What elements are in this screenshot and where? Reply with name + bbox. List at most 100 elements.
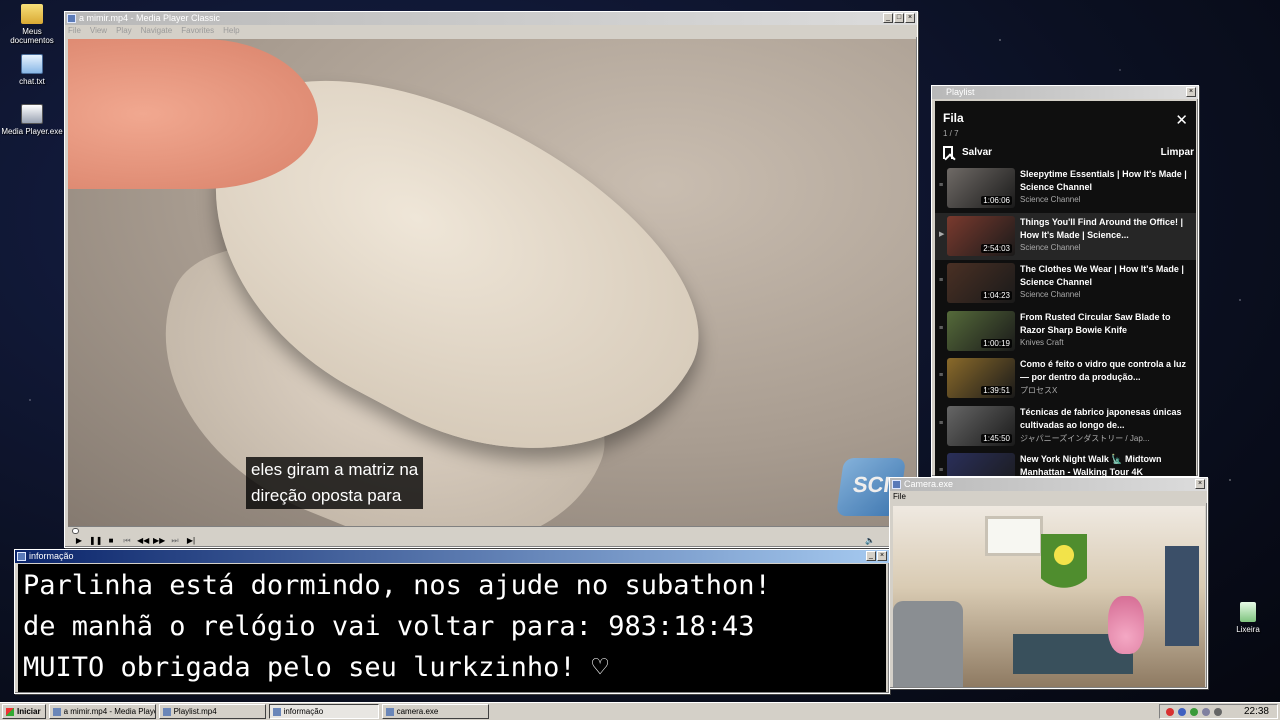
- video-thumbnail[interactable]: 2:54:03: [947, 215, 1015, 256]
- stop-icon[interactable]: ■: [105, 535, 117, 546]
- maximize-button[interactable]: □: [894, 13, 904, 23]
- video-title[interactable]: From Rusted Circular Saw Blade to Razor …: [1020, 311, 1193, 337]
- video-title[interactable]: Como é feito o vidro que controla a luz …: [1020, 358, 1193, 384]
- drag-handle-icon[interactable]: ≡: [939, 453, 947, 476]
- close-button[interactable]: ×: [1195, 479, 1205, 489]
- camera-titlebar[interactable]: Camera.exe ×: [890, 478, 1207, 491]
- caption-line-2: direção oposta para: [251, 486, 402, 505]
- queue-count: 1 / 7: [943, 129, 959, 138]
- camera-window[interactable]: Camera.exe × File: [889, 477, 1208, 689]
- volume-tray-icon[interactable]: [1201, 707, 1210, 716]
- media-player-titlebar[interactable]: a mimir.mp4 - Media Player Classic _ □ ×: [65, 12, 917, 25]
- pause-icon[interactable]: ❚❚: [89, 535, 102, 546]
- menu-file[interactable]: File: [893, 491, 906, 503]
- folder-icon: [21, 4, 43, 24]
- video-thumbnail[interactable]: 1:06:06: [947, 168, 1015, 208]
- network-icon[interactable]: [1177, 707, 1186, 716]
- previous-icon[interactable]: ⏮: [121, 535, 133, 546]
- drag-handle-icon[interactable]: ≡: [939, 263, 947, 308]
- frame-step-icon[interactable]: ▶|: [185, 535, 197, 546]
- video-channel[interactable]: Science Channel: [1020, 195, 1193, 204]
- menu-navigate[interactable]: Navigate: [141, 25, 173, 37]
- taskbar: Iniciar a mimir.mp4 - Media Playe... Pla…: [0, 702, 1280, 720]
- close-button[interactable]: ×: [905, 13, 915, 23]
- play-icon[interactable]: ▶: [73, 535, 85, 546]
- video-thumbnail[interactable]: 1:00:19: [947, 310, 1015, 351]
- menu-file[interactable]: File: [68, 25, 81, 37]
- bookmark-icon[interactable]: [943, 146, 953, 159]
- video-channel[interactable]: Knives Craft: [1020, 338, 1193, 347]
- video-duration: 1:39:51: [981, 386, 1012, 395]
- desktop-icon-media-player[interactable]: Media Player.exe: [0, 104, 64, 136]
- desktop-icon-recycle-bin[interactable]: Lixeira: [1216, 602, 1280, 634]
- queue-item[interactable]: ≡ 1:45:50 Técnicas de fabrico japonesas ún…: [935, 403, 1196, 451]
- close-button[interactable]: ×: [1186, 87, 1196, 97]
- rewind-icon[interactable]: ◀◀: [137, 535, 149, 546]
- video-title[interactable]: Sleepytime Essentials | How It's Made | …: [1020, 168, 1193, 194]
- queue-item[interactable]: ≡ 1:06:06 Sleepytime Essentials | How It's…: [935, 165, 1196, 213]
- video-title[interactable]: The Clothes We Wear | How It's Made | Sc…: [1020, 263, 1193, 289]
- video-thumbnail[interactable]: 1:45:50: [947, 405, 1015, 446]
- video-duration: 2:54:03: [981, 243, 1012, 253]
- desktop-icon-label: chat.txt: [19, 77, 45, 86]
- desktop-icon-my-documents[interactable]: Meus documentos: [0, 4, 64, 45]
- start-button[interactable]: Iniciar: [2, 704, 46, 719]
- video-thumbnail[interactable]: 1:39:51: [947, 358, 1015, 398]
- minimize-button[interactable]: _: [883, 13, 893, 23]
- fast-forward-icon[interactable]: ▶▶: [153, 535, 165, 546]
- queue-item[interactable]: ▶ 2:54:03 Things You'll Find Around the Of…: [935, 212, 1196, 261]
- playlist-window[interactable]: Playlist × Fila 1 / 7 ✕ Salvar Limpar ≡ 1…: [931, 85, 1199, 477]
- playlist-panel: Fila 1 / 7 ✕ Salvar Limpar ≡ 1:06:06 Sleep…: [935, 101, 1196, 476]
- video-channel[interactable]: Science Channel: [1020, 290, 1193, 299]
- app-icon[interactable]: [1189, 707, 1198, 716]
- video-channel[interactable]: ジャパニーズインダストリー / Jap...: [1020, 433, 1193, 444]
- info-text-area: Parlinha está dormindo, nos ajude no sub…: [18, 564, 886, 692]
- menu-favorites[interactable]: Favorites: [181, 25, 214, 37]
- queue-item[interactable]: ≡ 1:04:23 The Clothes We Wear | How It's M…: [935, 260, 1196, 308]
- camera-feed: [893, 506, 1205, 687]
- seek-bar[interactable]: [68, 526, 916, 534]
- video-channel[interactable]: Science Channel: [1020, 243, 1193, 252]
- save-button[interactable]: Salvar: [962, 147, 992, 158]
- menu-play[interactable]: Play: [116, 25, 132, 37]
- desktop-icon-chat-txt[interactable]: chat.txt: [0, 54, 64, 86]
- queue-item[interactable]: ≡ 1:00:19 From Rusted Circular Saw Blade t…: [935, 308, 1196, 356]
- close-button[interactable]: ×: [877, 551, 887, 561]
- video-title[interactable]: Técnicas de fabrico japonesas únicas cul…: [1020, 406, 1193, 432]
- video-title[interactable]: New York Night Walk 🗽 Midtown Manhattan …: [1020, 453, 1193, 476]
- queue-item[interactable]: ≡ 1:39:51 Como é feito o vidro que control…: [935, 355, 1196, 403]
- media-player-icon: [21, 104, 43, 124]
- clock[interactable]: 22:38: [1244, 706, 1269, 717]
- clear-button[interactable]: Limpar: [1161, 147, 1194, 158]
- task-camera[interactable]: camera.exe: [381, 704, 489, 719]
- drag-handle-icon[interactable]: ≡: [939, 168, 947, 213]
- video-thumbnail[interactable]: [947, 453, 1015, 476]
- video-duration: 1:00:19: [981, 338, 1012, 348]
- task-media-player[interactable]: a mimir.mp4 - Media Playe...: [48, 704, 156, 719]
- video-thumbnail[interactable]: 1:04:23: [947, 263, 1015, 303]
- security-icon[interactable]: [1165, 707, 1174, 716]
- playlist-titlebar[interactable]: Playlist ×: [932, 86, 1198, 99]
- video-title[interactable]: Things You'll Find Around the Office! | …: [1020, 216, 1193, 242]
- close-icon[interactable]: ✕: [1175, 111, 1188, 129]
- drag-handle-icon[interactable]: ≡: [939, 311, 947, 356]
- info-window[interactable]: informação _ × Parlinha está dormindo, n…: [14, 549, 890, 694]
- next-icon[interactable]: ⏭: [169, 535, 181, 546]
- recycle-bin-icon: [1240, 602, 1256, 622]
- media-player-window[interactable]: a mimir.mp4 - Media Player Classic _ □ ×…: [64, 11, 918, 548]
- drag-handle-icon[interactable]: ▶: [939, 216, 947, 261]
- clock-tray-icon[interactable]: [1213, 707, 1222, 716]
- queue-item[interactable]: ≡ New York Night Walk 🗽 Midtown Manhattan…: [935, 450, 1196, 476]
- minimize-button[interactable]: _: [866, 551, 876, 561]
- volume-icon[interactable]: 🔈: [864, 535, 876, 546]
- task-info[interactable]: informação: [268, 704, 379, 719]
- video-duration: 1:04:23: [981, 291, 1012, 300]
- task-playlist[interactable]: Playlist.mp4: [158, 704, 266, 719]
- drag-handle-icon[interactable]: ≡: [939, 406, 947, 451]
- drag-handle-icon[interactable]: ≡: [939, 358, 947, 403]
- info-titlebar[interactable]: informação _ ×: [15, 550, 889, 563]
- video-channel[interactable]: プロセスX: [1020, 385, 1193, 396]
- menu-help[interactable]: Help: [223, 25, 239, 37]
- video-frame[interactable]: SCI eles giram a matriz na direção opost…: [68, 39, 916, 526]
- menu-view[interactable]: View: [90, 25, 107, 37]
